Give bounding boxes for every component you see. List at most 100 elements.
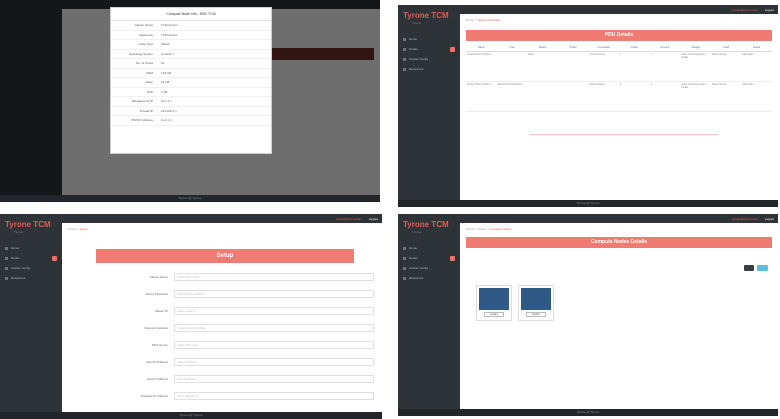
horizontal-scrollbar[interactable]	[530, 134, 718, 135]
form-input[interactable]: End IP address	[174, 375, 374, 383]
sidebar-item-cluster-config[interactable]: Cluster Config	[398, 54, 460, 64]
sidebar: Tyrone TCM Tyrone Home Nodes Cluster Con…	[398, 5, 460, 207]
logout-link[interactable]: Logout	[369, 217, 378, 221]
form-row: Start IP Address Start IP address	[100, 358, 374, 367]
node-card-button[interactable]: Node2	[526, 312, 546, 317]
table-cell: 1	[618, 52, 650, 82]
row-value: 2 TB	[161, 89, 168, 94]
breadcrumb-home[interactable]: Home	[466, 227, 474, 231]
sidebar-item-nodes[interactable]: Nodes	[0, 253, 62, 263]
form-row: Cluster Name Enter cluster name	[100, 273, 374, 282]
sidebar-item-resources[interactable]: Resources	[398, 273, 460, 283]
modal-row: Swap 16 GB	[111, 78, 271, 88]
footer: Tyrone @ Tyrone	[0, 195, 380, 202]
row-key: Management IP	[131, 99, 153, 104]
page-title: Compute Nodes Details	[466, 237, 772, 248]
table-cell: 1	[649, 82, 681, 112]
row-value: 10.1.1.1	[161, 99, 172, 104]
server-image	[521, 288, 551, 310]
form-input[interactable]: Enter master IP	[174, 307, 374, 315]
field-label: Master IP	[155, 309, 168, 313]
row-key: Hostname	[139, 32, 153, 37]
edit-button[interactable]	[744, 265, 754, 271]
breadcrumb-nodes[interactable]: Nodes	[477, 227, 486, 231]
sidebar-item-label: Nodes	[11, 256, 20, 260]
form-input[interactable]: Enter admin password	[174, 290, 374, 298]
sidebar-item-nodes[interactable]: Nodes	[398, 44, 460, 54]
modal-row: Disk 2 TB	[111, 88, 271, 97]
form-input[interactable]: Enter cluster name	[174, 273, 374, 281]
footer: Tyrone @ Tyrone	[0, 412, 382, 419]
row-key: Cluster Name	[134, 23, 153, 28]
row-key: Swap	[145, 80, 153, 85]
table-cell[interactable]: Edit Delete	[741, 52, 772, 82]
form-input[interactable]: Start IP address	[174, 358, 374, 366]
user-name[interactable]: tyrone@tyrone.com	[336, 217, 362, 221]
table-cell: 1	[649, 52, 681, 82]
main-content: Home > Setup Setup Cluster Name Enter clu…	[62, 223, 382, 412]
form-row: Network Interface Select network interfac…	[100, 324, 374, 333]
column-header: Name	[466, 44, 497, 52]
add-node-button[interactable]	[757, 265, 768, 271]
row-value: 192.168.1.1	[161, 108, 177, 113]
page-title: PDU Details	[466, 30, 772, 41]
node-card[interactable]: Node2	[518, 285, 554, 321]
sidebar-item-home[interactable]: Home	[0, 243, 62, 253]
topbar: tyrone@tyrone.com Logout	[62, 214, 382, 223]
table-cell: Active monitoring Outlet Details	[680, 52, 711, 82]
logo: Tyrone TCM	[403, 220, 449, 229]
sidebar-item-home[interactable]: Home	[398, 243, 460, 253]
modal-row: No. of Cores 64	[111, 59, 271, 69]
breadcrumb-current: Compute Nodes	[489, 227, 512, 231]
field-label: Network Interface	[144, 326, 168, 330]
form-input[interactable]: Enter gateway IP	[174, 392, 374, 400]
breadcrumb-current: Node Info Details	[477, 18, 501, 22]
form-input[interactable]: Select network interface	[174, 324, 374, 332]
node-card[interactable]: Node1	[476, 285, 512, 321]
sidebar-item-home[interactable]: Home	[398, 34, 460, 44]
logo-subtitle: Tyrone	[412, 230, 422, 234]
logout-link[interactable]: Logout	[765, 8, 774, 12]
table-cell[interactable]: Edit Delete	[741, 82, 772, 112]
row-value: CentOS 7	[161, 51, 175, 56]
form-row: Admin Password Enter admin password	[100, 290, 374, 299]
topbar: tyrone@tyrone.com Logout	[460, 214, 778, 223]
logo: Tyrone TCM	[5, 220, 51, 229]
main-content: Home > Nodes > Compute Nodes Compute Nod…	[460, 223, 778, 409]
row-key: Disk	[147, 89, 153, 94]
form-input[interactable]: Enter DNS server	[174, 341, 374, 349]
user-name[interactable]: tyrone@tyrone.com	[732, 217, 758, 221]
column-header: Outlet	[618, 44, 650, 52]
table-header: Name Type Status Power Connected Outlet Curren…	[466, 44, 772, 52]
sidebar-item-resources[interactable]: Resources	[0, 273, 62, 283]
table-cell: 2	[618, 82, 650, 112]
logo: Tyrone TCM	[403, 11, 449, 20]
sidebar: Tyrone TCM Tyrone Home Nodes Cluster Con…	[0, 214, 62, 419]
modal-row: RAM 128 GB	[111, 69, 271, 78]
server-image	[479, 288, 509, 310]
pdu-table: Name Type Status Power Connected Outlet Curren…	[466, 44, 772, 112]
column-header: Load	[710, 44, 742, 52]
topbar: tyrone@tyrone.com Logout	[460, 5, 778, 14]
logo-subtitle: Tyrone	[412, 21, 422, 25]
row-value: 64	[161, 61, 165, 66]
page-title: Setup	[96, 249, 354, 263]
breadcrumb-home[interactable]: Home	[68, 227, 76, 231]
breadcrumb-home[interactable]: Home	[466, 18, 474, 22]
form-row: Gateway IP Address Enter gateway IP	[100, 392, 374, 401]
table-body: Cluster-PDU-01 Node-1 Active Node-1 Node-2…	[466, 52, 772, 112]
panel-compute-nodes: Tyrone TCM Tyrone Home Nodes Cluster Con…	[398, 214, 778, 416]
row-value: TCM-Node1	[161, 32, 178, 37]
sidebar-item-nodes[interactable]: Nodes	[398, 253, 460, 263]
modal-row: Operating System CentOS 7	[111, 50, 271, 59]
sidebar-item-cluster-config[interactable]: Cluster Config	[398, 263, 460, 273]
user-name[interactable]: tyrone@tyrone.com	[732, 8, 758, 12]
table-row: Cluster-PDU-01 Node-1 Active Node-1 Node-2…	[466, 52, 772, 82]
form-row: End IP Address End IP address	[100, 375, 374, 384]
logout-link[interactable]: Logout	[765, 217, 774, 221]
form-row: DNS Server Enter DNS server	[100, 341, 374, 350]
sidebar-item-cluster-config[interactable]: Cluster Config	[0, 263, 62, 273]
sidebar-item-resources[interactable]: Resources	[398, 64, 460, 74]
node-card-button[interactable]: Node1	[484, 312, 504, 317]
breadcrumb: Home > Node Info Details	[466, 18, 501, 22]
